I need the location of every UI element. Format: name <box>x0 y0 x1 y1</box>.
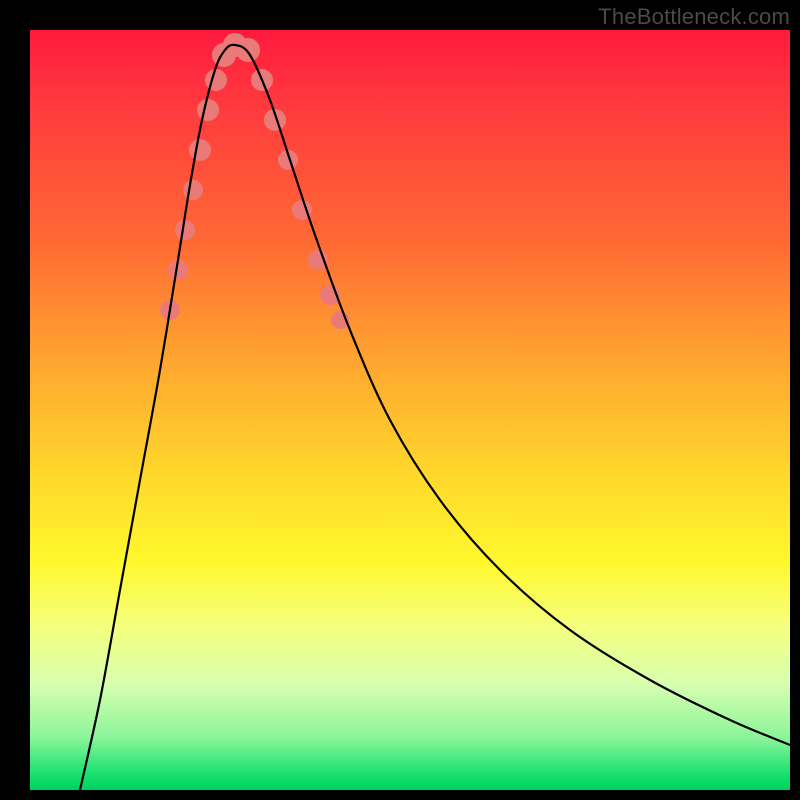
highlight-markers <box>160 33 349 329</box>
plot-area <box>30 30 790 790</box>
marker-dot <box>183 180 203 200</box>
bottleneck-curve <box>80 45 790 790</box>
marker-dot <box>205 69 227 91</box>
chart-frame: TheBottleneck.com <box>0 0 800 800</box>
curve-layer <box>30 30 790 790</box>
marker-dot <box>236 38 260 62</box>
watermark-text: TheBottleneck.com <box>598 4 790 30</box>
marker-dot <box>175 220 195 240</box>
marker-dot <box>197 99 219 121</box>
marker-dot <box>189 139 211 161</box>
